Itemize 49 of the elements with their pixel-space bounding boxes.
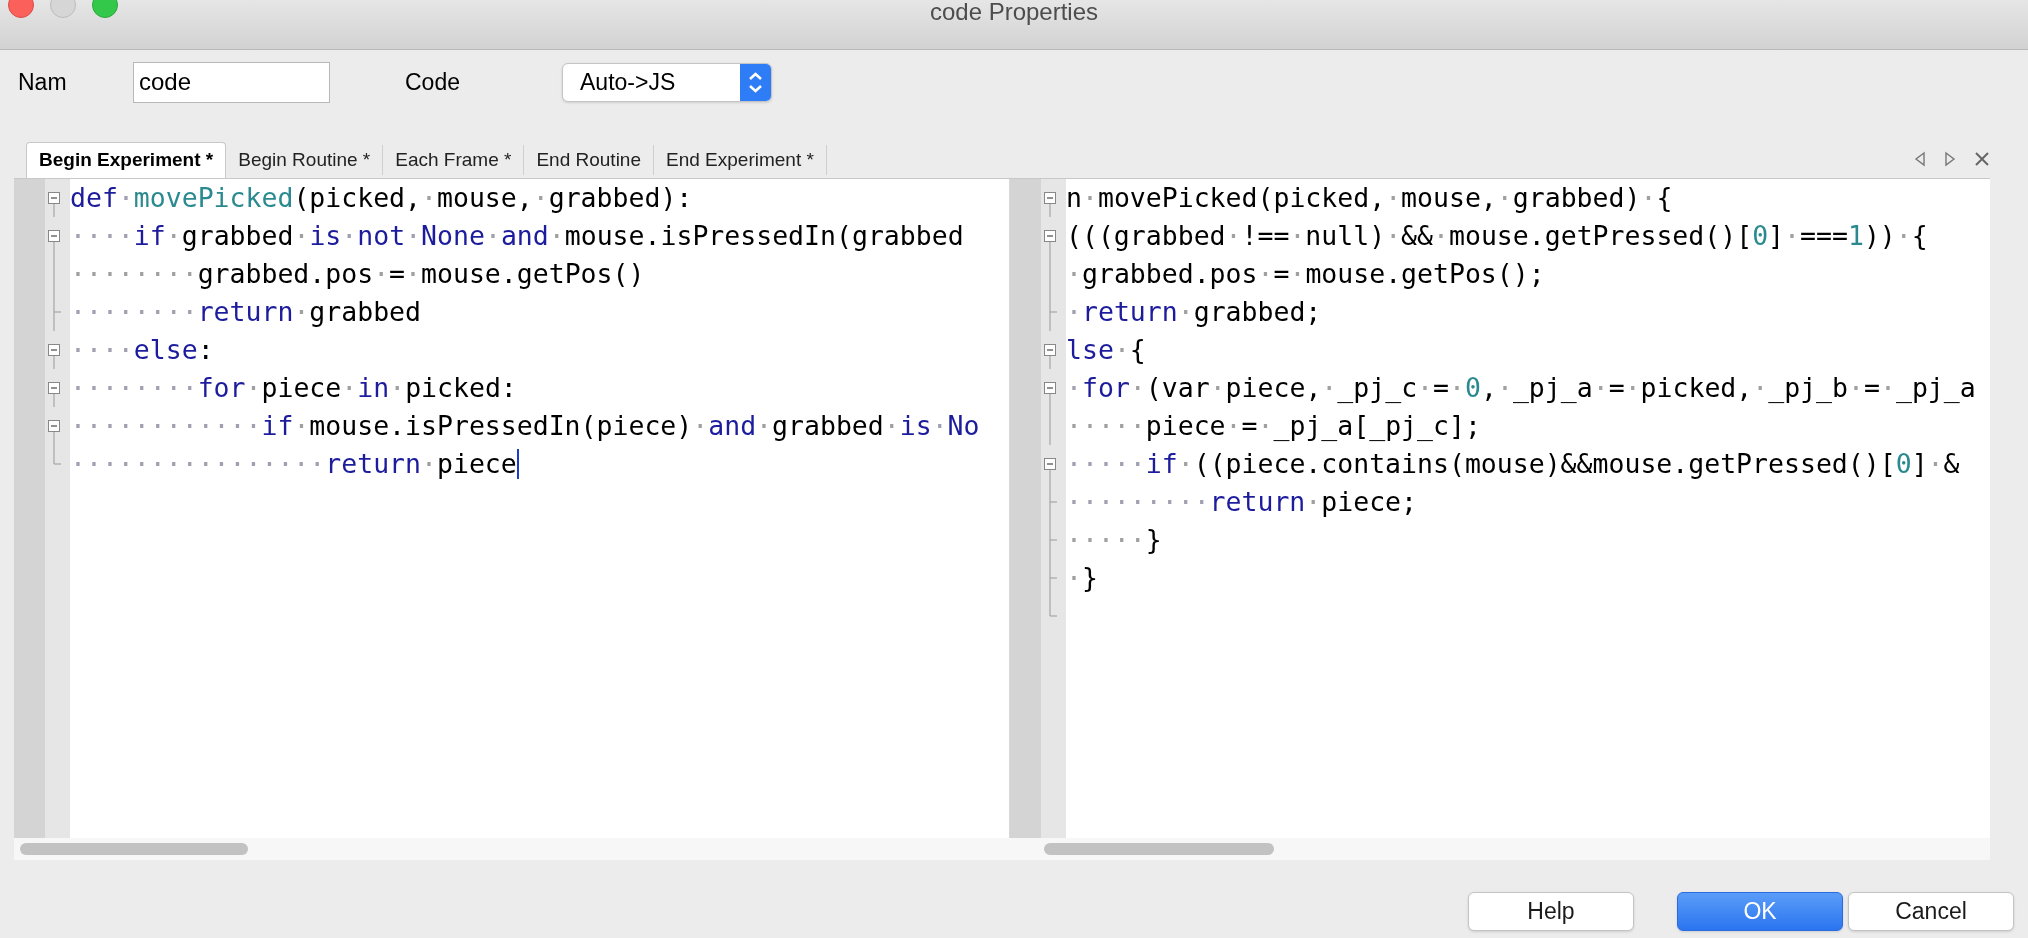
fold-toggle-icon[interactable]	[1044, 344, 1056, 369]
window-title: code Properties	[929, 0, 1099, 25]
code-line: def·movePicked(picked,·mouse,·grabbed):	[70, 181, 693, 215]
horizontal-scrollbar[interactable]	[20, 843, 248, 855]
code-line: ·········return·piece;	[1066, 485, 1418, 519]
code-line: ·}	[1066, 561, 1098, 595]
code-line: ····else:	[70, 333, 214, 367]
scroll-left-icon[interactable]	[1914, 151, 1926, 167]
name-input[interactable]: code	[133, 61, 330, 103]
code-type-label: Code	[405, 67, 461, 97]
code-line: lse·{	[1066, 333, 1146, 367]
code-line: ················return·piece	[70, 447, 517, 481]
fold-toggle-icon[interactable]	[1044, 458, 1056, 483]
code-line: ·····}	[1066, 523, 1162, 557]
code-type-dropdown[interactable]: Auto->JS	[562, 62, 772, 102]
tab[interactable]: Each Frame *	[383, 145, 525, 175]
fold-toggle-icon[interactable]	[48, 344, 60, 369]
fold-toggle-icon[interactable]	[48, 230, 60, 255]
code-line: ·return·grabbed;	[1066, 295, 1322, 329]
horizontal-scrollbar[interactable]	[1044, 843, 1274, 855]
code-line: ········for·piece·in·picked:	[70, 371, 517, 405]
code-line: ·····piece·=·_pj_a[_pj_c];	[1066, 409, 1481, 443]
close-icon[interactable]	[1974, 151, 1990, 167]
code-line: ·····if·((piece.contains(mouse)&&mouse.getPressed()[0]·&	[1066, 447, 1960, 481]
code-line: ········grabbed.pos·=·mouse.getPos()	[70, 257, 645, 291]
fold-guide-line	[53, 445, 61, 465]
fold-toggle-icon[interactable]	[1044, 192, 1056, 217]
fold-toggle-icon[interactable]	[1044, 230, 1056, 255]
fold-guide-line	[1049, 407, 1051, 445]
dialog-button[interactable]: Cancel	[1848, 892, 2014, 931]
fold-toggle-icon[interactable]	[48, 382, 60, 407]
dialog-button[interactable]: Help	[1468, 892, 1634, 931]
fold-toggle-icon[interactable]	[48, 420, 60, 445]
code-line: n·movePicked(picked,·mouse,·grabbed)·{	[1066, 181, 1673, 215]
code-line: ········return·grabbed	[70, 295, 422, 329]
scroll-right-icon[interactable]	[1944, 151, 1956, 167]
tab[interactable]: End Experiment *	[654, 145, 827, 175]
code-line: ····if·grabbed·is·not·None·and·mouse.isPressedIn(grabbed	[70, 219, 964, 253]
stepper-icon	[740, 63, 771, 101]
tab[interactable]: Begin Experiment *	[26, 142, 227, 178]
tab[interactable]: Begin Routine *	[226, 145, 384, 175]
code-line: ············if·mouse.isPressedIn(piece)·and·grabbed·is·No	[70, 409, 980, 443]
code-line: (((grabbed·!==·null)·&&·mouse.getPressed()[0]·===1))·{	[1066, 219, 1928, 253]
code-line: ·for·(var·piece,·_pj_c·=·0,·_pj_a·=·picked,·_pj_b·=·_pj_a	[1066, 371, 1976, 405]
code-line: ·grabbed.pos·=·mouse.getPos();	[1066, 257, 1545, 291]
fold-toggle-icon[interactable]	[1044, 382, 1056, 407]
fold-toggle-icon[interactable]	[48, 192, 60, 217]
name-label: Nam	[18, 67, 68, 97]
tab[interactable]: End Routine	[524, 145, 654, 175]
